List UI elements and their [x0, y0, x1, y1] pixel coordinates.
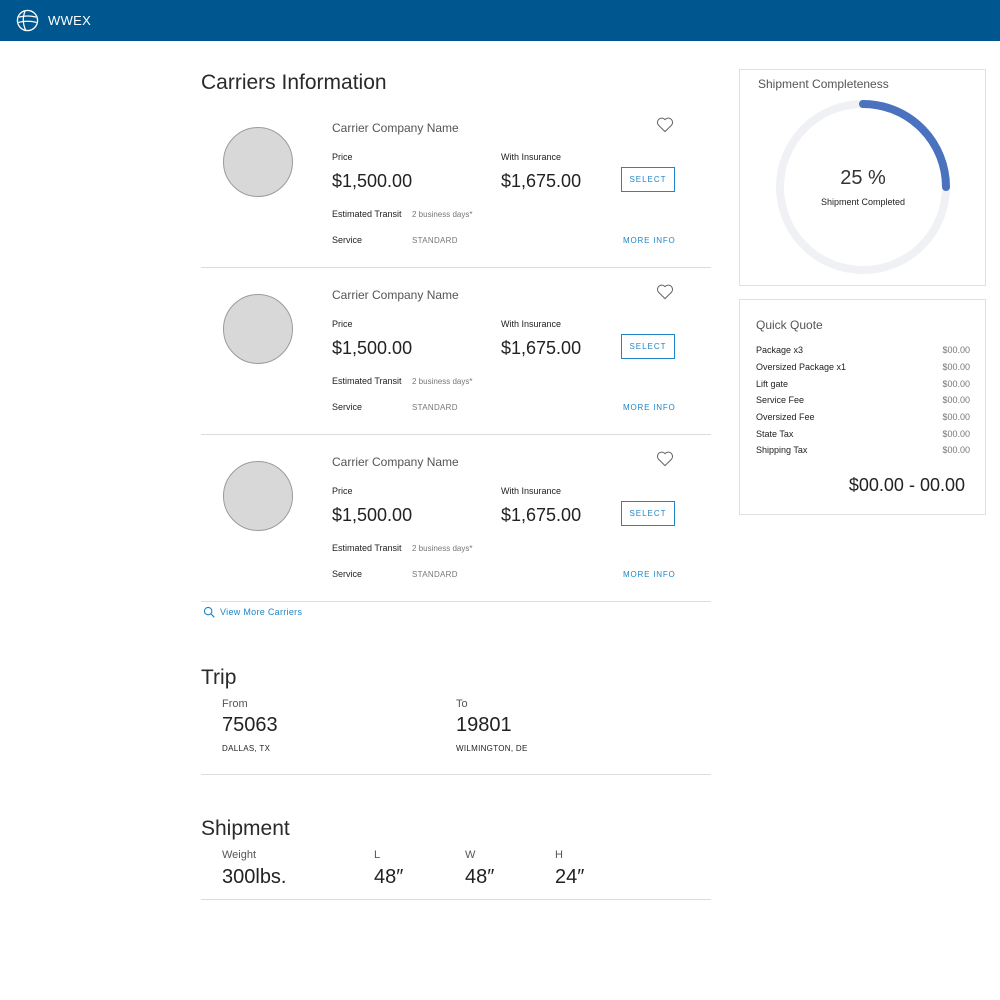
- shipment-height-label: H: [555, 849, 563, 861]
- quote-row-name: Shipping Tax: [756, 445, 808, 455]
- shipment-height-value: 24″: [555, 866, 585, 888]
- completeness-label: Shipment Completed: [820, 197, 906, 207]
- quote-row-name: Service Fee: [756, 395, 805, 405]
- trip-divider: [201, 774, 711, 775]
- quote-row: Package x3 $00.00: [756, 345, 970, 355]
- select-button[interactable]: SELECT: [621, 501, 675, 526]
- quote-row-name: Oversized Fee: [756, 412, 815, 422]
- carrier-logo-placeholder: [223, 294, 293, 364]
- brand-name[interactable]: WWEX: [48, 13, 91, 28]
- trip-from-label: From: [222, 698, 248, 710]
- quote-total: $00.00 - 00.00: [848, 475, 965, 495]
- shipment-weight-label: Weight: [222, 849, 257, 861]
- quote-row-name: Oversized Package x1: [756, 362, 847, 372]
- quote-row-amount: $00.00: [942, 362, 970, 372]
- insurance-label: With Insurance: [501, 319, 562, 329]
- insurance-label: With Insurance: [501, 152, 562, 162]
- shipment-length-label: L: [374, 849, 381, 861]
- completeness-panel: Shipment Completeness 25 % Shipment Comp…: [739, 69, 986, 286]
- price-value: $1,500.00: [332, 338, 413, 358]
- transit-value: 2 business days*: [412, 544, 473, 553]
- top-navigation-bar: WWEX: [0, 0, 1000, 41]
- favorite-heart-icon[interactable]: [656, 116, 674, 133]
- trip-from-zip: 75063: [222, 714, 278, 736]
- carrier-card: Carrier Company Name Price $1,500.00 Wit…: [201, 435, 711, 602]
- shipment-divider: [201, 899, 711, 900]
- quote-row-name: Lift gate: [756, 379, 789, 389]
- quote-row-name: State Tax: [756, 429, 794, 439]
- carrier-company-name: Carrier Company Name: [332, 121, 459, 135]
- select-button[interactable]: SELECT: [621, 167, 675, 192]
- quote-row-amount: $00.00: [942, 379, 970, 389]
- quote-row-amount: $00.00: [942, 429, 970, 439]
- quote-row: Oversized Package x1 $00.00: [756, 362, 970, 372]
- shipment-weight-value: 300lbs.: [222, 866, 287, 888]
- quote-row-amount: $00.00: [942, 345, 970, 355]
- quote-row: Oversized Fee $00.00: [756, 412, 970, 422]
- transit-value: 2 business days*: [412, 377, 473, 386]
- favorite-heart-icon[interactable]: [656, 283, 674, 300]
- more-info-link[interactable]: MORE INFO: [623, 236, 676, 245]
- view-more-carriers-link[interactable]: View More Carriers: [203, 606, 302, 618]
- favorite-heart-icon[interactable]: [656, 450, 674, 467]
- more-info-link[interactable]: MORE INFO: [623, 403, 676, 412]
- quote-row-name: Package x3: [756, 345, 804, 355]
- price-value: $1,500.00: [332, 505, 413, 525]
- shipment-width-value: 48″: [465, 866, 495, 888]
- search-icon: [203, 606, 215, 618]
- more-info-link[interactable]: MORE INFO: [623, 570, 676, 579]
- quote-row: Lift gate $00.00: [756, 379, 970, 389]
- transit-label: Estimated Transit: [332, 543, 402, 553]
- price-value: $1,500.00: [332, 171, 413, 191]
- completeness-title: Shipment Completeness: [758, 77, 889, 91]
- insurance-price-value: $1,675.00: [501, 338, 582, 358]
- view-more-carriers-label: View More Carriers: [220, 607, 303, 617]
- price-label: Price: [332, 152, 353, 162]
- quick-quote-title: Quick Quote: [756, 318, 823, 332]
- completeness-percent: 25 %: [840, 167, 886, 189]
- service-label: Service: [332, 569, 363, 579]
- trip-to-city: WILMINGTON, DE: [456, 744, 528, 753]
- carrier-card: Carrier Company Name Price $1,500.00 Wit…: [201, 101, 711, 268]
- service-value: STANDARD: [412, 570, 458, 579]
- service-label: Service: [332, 402, 363, 412]
- trip-to-label: To: [456, 698, 468, 710]
- insurance-price-value: $1,675.00: [501, 505, 582, 525]
- carrier-company-name: Carrier Company Name: [332, 455, 459, 469]
- quote-row: Service Fee $00.00: [756, 395, 970, 405]
- transit-value: 2 business days*: [412, 210, 473, 219]
- service-label: Service: [332, 235, 363, 245]
- trip-title: Trip: [201, 666, 237, 689]
- quote-row-amount: $00.00: [942, 395, 970, 405]
- quote-row-amount: $00.00: [942, 412, 970, 422]
- carrier-logo-placeholder: [223, 127, 293, 197]
- shipment-length-value: 48″: [374, 866, 404, 888]
- quote-row-amount: $00.00: [942, 445, 970, 455]
- quote-row: Shipping Tax $00.00: [756, 445, 970, 455]
- shipment-width-label: W: [465, 849, 476, 861]
- carriers-title: Carriers Information: [201, 71, 387, 94]
- carrier-logo-placeholder: [223, 461, 293, 531]
- globe-icon[interactable]: [16, 9, 39, 32]
- select-button[interactable]: SELECT: [621, 334, 675, 359]
- insurance-label: With Insurance: [501, 486, 562, 496]
- quick-quote-panel: Quick Quote Package x3 $00.00 Oversized …: [739, 299, 986, 515]
- trip-from-city: DALLAS, TX: [222, 744, 271, 753]
- price-label: Price: [332, 319, 353, 329]
- transit-label: Estimated Transit: [332, 209, 402, 219]
- carrier-company-name: Carrier Company Name: [332, 288, 459, 302]
- carrier-card: Carrier Company Name Price $1,500.00 Wit…: [201, 268, 711, 435]
- insurance-price-value: $1,675.00: [501, 171, 582, 191]
- shipment-title: Shipment: [201, 817, 290, 840]
- price-label: Price: [332, 486, 353, 496]
- transit-label: Estimated Transit: [332, 376, 402, 386]
- service-value: STANDARD: [412, 403, 458, 412]
- service-value: STANDARD: [412, 236, 458, 245]
- trip-to-zip: 19801: [456, 714, 512, 736]
- quote-row: State Tax $00.00: [756, 429, 970, 439]
